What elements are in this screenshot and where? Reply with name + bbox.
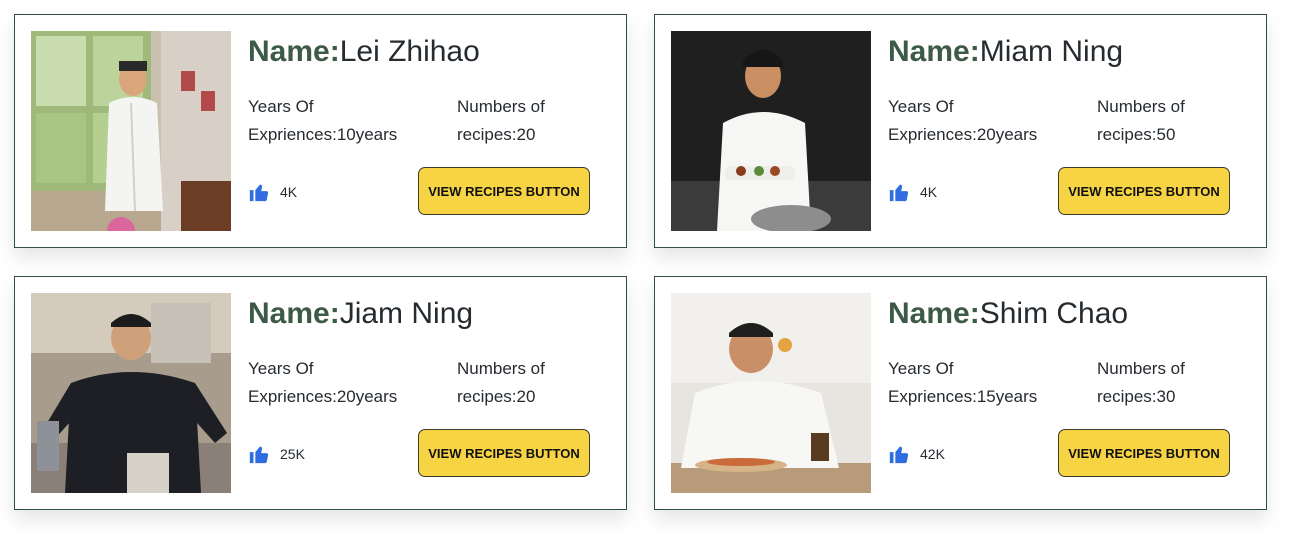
view-recipes-button[interactable]: VIEW RECIPES BUTTON xyxy=(418,429,590,477)
view-recipes-button[interactable]: VIEW RECIPES BUTTON xyxy=(418,167,590,215)
experience-label: Years Of xyxy=(888,97,954,116)
view-recipes-button[interactable]: VIEW RECIPES BUTTON xyxy=(1058,167,1230,215)
years-of-experience: Years Of Expriences:10years xyxy=(248,93,438,149)
name-value: Jiam Ning xyxy=(339,297,474,330)
recipes-value: recipes:20 xyxy=(457,125,536,144)
number-of-recipes: Numbers of recipes:20 xyxy=(457,93,587,149)
thumbs-up-icon[interactable] xyxy=(888,180,910,204)
view-recipes-button[interactable]: VIEW RECIPES BUTTON xyxy=(1058,429,1230,477)
recipes-value: recipes:50 xyxy=(1097,125,1176,144)
likes-count: 4K xyxy=(920,184,938,200)
name-label: Name: xyxy=(248,35,340,68)
name-value: Lei Zhihao xyxy=(339,35,480,68)
chef-photo xyxy=(31,31,231,231)
recipes-label: Numbers of xyxy=(1097,97,1185,116)
chef-card: Name:Lei Zhihao Years Of Expriences:10ye… xyxy=(14,14,627,248)
chef-name: Name:Jiam Ning xyxy=(248,297,473,331)
name-value: Miam Ning xyxy=(979,35,1124,68)
experience-value: Expriences:10years xyxy=(248,125,398,144)
recipes-value: recipes:30 xyxy=(1097,387,1176,406)
likes-count: 25K xyxy=(280,446,305,462)
likes[interactable]: 4K xyxy=(888,177,937,207)
chef-card: Name:Shim Chao Years Of Expriences:15yea… xyxy=(654,276,1267,510)
experience-label: Years Of xyxy=(248,359,314,378)
likes[interactable]: 42K xyxy=(888,439,945,469)
likes-count: 42K xyxy=(920,446,945,462)
likes[interactable]: 4K xyxy=(248,177,297,207)
recipes-label: Numbers of xyxy=(457,97,545,116)
experience-label: Years Of xyxy=(888,359,954,378)
chef-name: Name:Lei Zhihao xyxy=(248,35,480,69)
chef-name: Name:Miam Ning xyxy=(888,35,1123,69)
chef-photo xyxy=(31,293,231,493)
likes[interactable]: 25K xyxy=(248,439,305,469)
chef-card: Name:Jiam Ning Years Of Expriences:20yea… xyxy=(14,276,627,510)
recipes-value: recipes:20 xyxy=(457,387,536,406)
number-of-recipes: Numbers of recipes:30 xyxy=(1097,355,1227,411)
chef-card: Name:Miam Ning Years Of Expriences:20yea… xyxy=(654,14,1267,248)
recipes-label: Numbers of xyxy=(457,359,545,378)
years-of-experience: Years Of Expriences:20years xyxy=(888,93,1078,149)
chef-photo xyxy=(671,31,871,231)
recipes-label: Numbers of xyxy=(1097,359,1185,378)
thumbs-up-icon[interactable] xyxy=(248,442,270,466)
experience-value: Expriences:20years xyxy=(248,387,398,406)
years-of-experience: Years Of Expriences:15years xyxy=(888,355,1078,411)
thumbs-up-icon[interactable] xyxy=(248,180,270,204)
number-of-recipes: Numbers of recipes:20 xyxy=(457,355,587,411)
number-of-recipes: Numbers of recipes:50 xyxy=(1097,93,1227,149)
chef-photo xyxy=(671,293,871,493)
name-label: Name: xyxy=(888,35,980,68)
experience-label: Years Of xyxy=(248,97,314,116)
name-label: Name: xyxy=(888,297,980,330)
experience-value: Expriences:15years xyxy=(888,387,1038,406)
experience-value: Expriences:20years xyxy=(888,125,1038,144)
name-value: Shim Chao xyxy=(979,297,1129,330)
likes-count: 4K xyxy=(280,184,298,200)
chef-name: Name:Shim Chao xyxy=(888,297,1128,331)
name-label: Name: xyxy=(248,297,340,330)
thumbs-up-icon[interactable] xyxy=(888,442,910,466)
years-of-experience: Years Of Expriences:20years xyxy=(248,355,438,411)
